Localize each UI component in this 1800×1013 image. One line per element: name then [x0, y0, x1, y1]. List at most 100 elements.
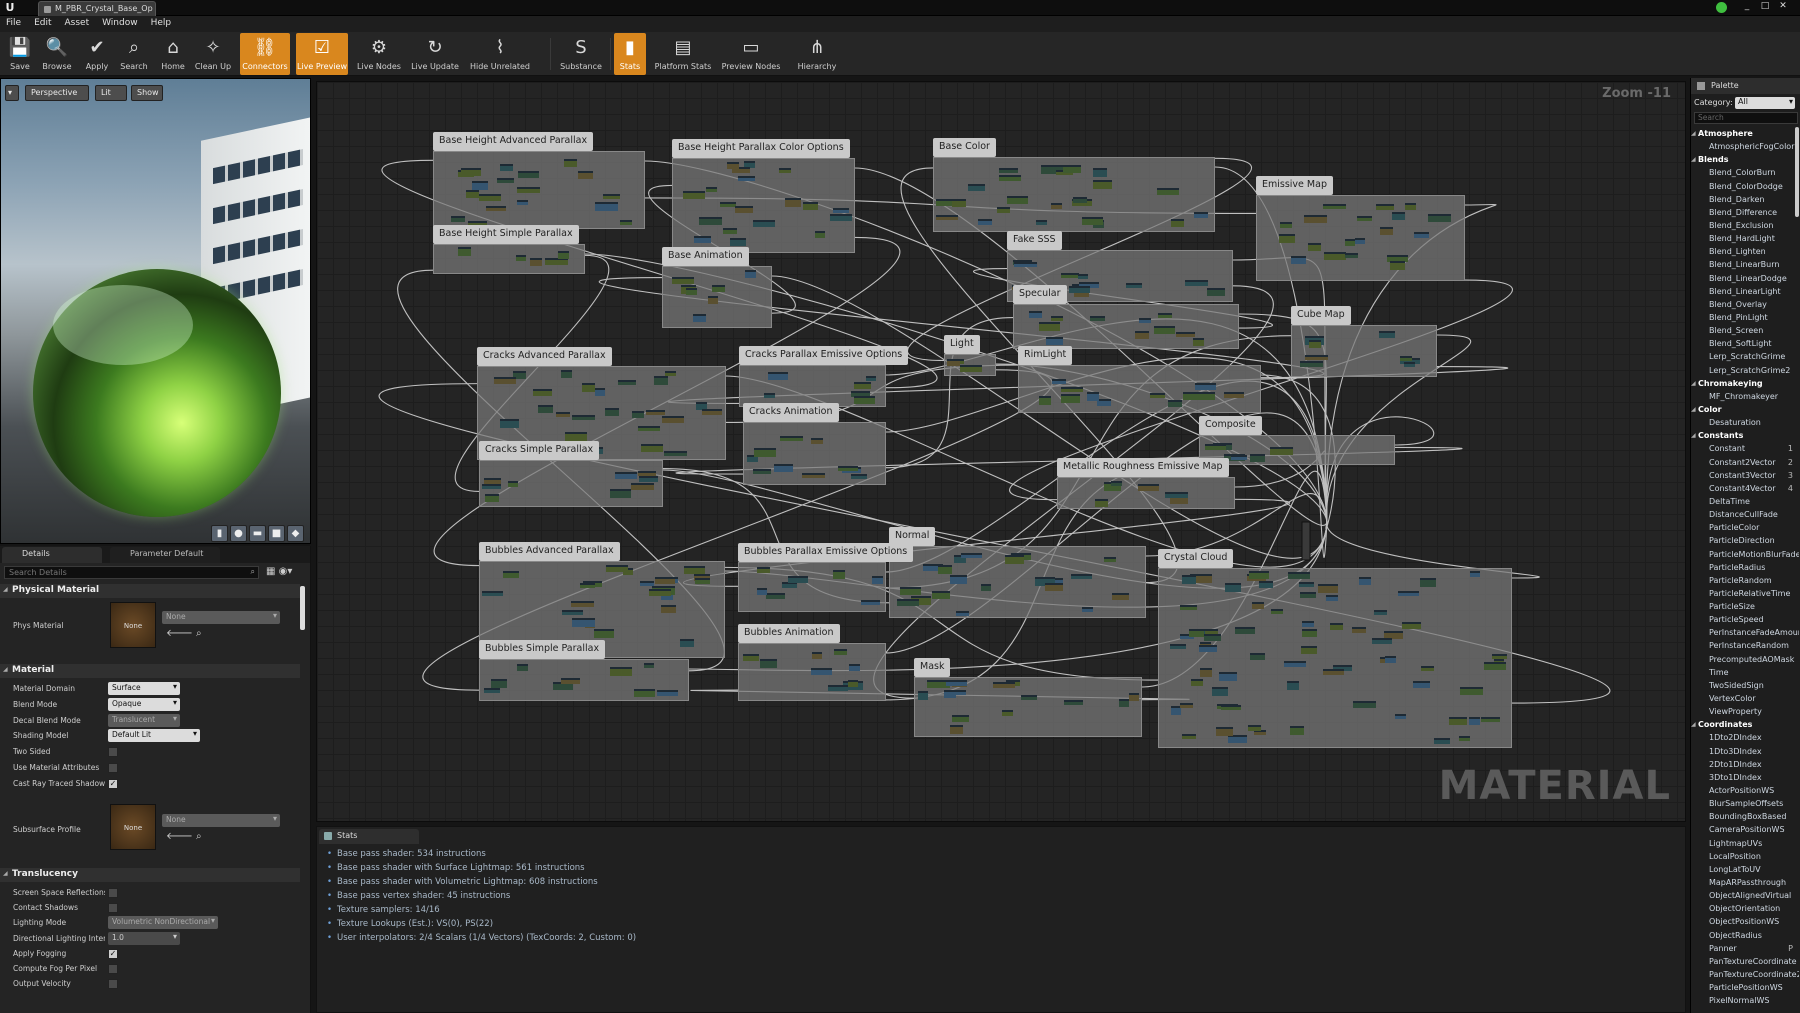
- platform-stats-button[interactable]: ▤ Platform Stats: [651, 33, 715, 75]
- graph-node[interactable]: [854, 382, 871, 389]
- graph-node[interactable]: [745, 270, 756, 278]
- graph-node[interactable]: [1318, 584, 1338, 593]
- comment-base-animation[interactable]: Base Animation: [662, 247, 772, 328]
- palette-item[interactable]: PrecomputedAOMask: [1691, 653, 1799, 666]
- graph-node[interactable]: [1470, 571, 1480, 577]
- graph-node[interactable]: [788, 576, 808, 583]
- comment-mask[interactable]: Mask: [914, 658, 1142, 737]
- palette-item[interactable]: ParticleMotionBlurFade: [1691, 548, 1799, 561]
- graph-node[interactable]: [538, 405, 553, 413]
- graph-node[interactable]: [1195, 383, 1216, 390]
- graph-node[interactable]: [1357, 216, 1372, 221]
- graph-node[interactable]: [1200, 668, 1212, 677]
- graph-node[interactable]: [1093, 180, 1112, 189]
- screen-space-reflections-checkbox[interactable]: [108, 888, 118, 898]
- blend-mode-dropdown[interactable]: Opaque: [108, 697, 180, 711]
- graph-node[interactable]: [1212, 687, 1228, 696]
- graph-node[interactable]: [1413, 681, 1430, 688]
- graph-node[interactable]: [1372, 638, 1392, 644]
- graph-node[interactable]: [956, 611, 969, 616]
- graph-node[interactable]: [1291, 256, 1306, 264]
- palette-item[interactable]: ParticleRadius: [1691, 561, 1799, 574]
- output-velocity-checkbox[interactable]: [108, 979, 118, 990]
- graph-node[interactable]: [1324, 252, 1346, 260]
- phys-material-thumbnail[interactable]: None: [110, 602, 156, 648]
- graph-node[interactable]: [1400, 356, 1412, 361]
- graph-node[interactable]: [1021, 695, 1037, 700]
- document-tab[interactable]: M_PBR_Crystal_Base_Op: [38, 1, 156, 16]
- palette-item[interactable]: Desaturation: [1691, 416, 1799, 429]
- graph-node[interactable]: [1270, 447, 1293, 455]
- comment-base-height-advanced-parallax[interactable]: Base Height Advanced Parallax: [433, 132, 645, 229]
- contact-shadows-checkbox[interactable]: [108, 903, 118, 914]
- palette-item[interactable]: 1Dto2DIndex: [1691, 731, 1799, 744]
- graph-node[interactable]: [1165, 492, 1188, 498]
- preview-nodes-button[interactable]: ▭ Preview Nodes: [720, 33, 782, 75]
- graph-node[interactable]: [1051, 203, 1062, 209]
- graph-node[interactable]: [1300, 592, 1316, 598]
- graph-node[interactable]: [766, 593, 785, 599]
- graph-node[interactable]: [720, 202, 736, 207]
- graph-node[interactable]: [981, 584, 991, 591]
- graph-node[interactable]: [938, 565, 952, 574]
- graph-node[interactable]: [1353, 701, 1376, 708]
- palette-category-blends[interactable]: Blends: [1691, 153, 1799, 166]
- live-preview-button[interactable]: ☑ Live Preview: [296, 33, 348, 75]
- graph-node[interactable]: [491, 679, 507, 688]
- graph-node[interactable]: [811, 438, 823, 444]
- graph-node[interactable]: [1250, 653, 1265, 660]
- graph-node[interactable]: [1216, 727, 1233, 736]
- palette-item[interactable]: Blend_LinearDodge: [1691, 272, 1799, 285]
- palette-item[interactable]: Blend_ColorBurn: [1691, 166, 1799, 179]
- graph-node[interactable]: [564, 159, 577, 167]
- graph-node[interactable]: [1385, 656, 1396, 663]
- comment-metallic-roughness-emissive-map[interactable]: Metallic Roughness Emissive Map: [1057, 458, 1235, 509]
- palette-item[interactable]: ParticleSpeed: [1691, 613, 1799, 626]
- palette-item[interactable]: LongLatToUV: [1691, 863, 1799, 876]
- graph-node[interactable]: [1305, 355, 1328, 360]
- palette-item[interactable]: BoundingBoxBased: [1691, 810, 1799, 823]
- comment-normal[interactable]: Normal: [889, 527, 1146, 618]
- graph-node[interactable]: [1449, 717, 1467, 725]
- graph-node[interactable]: [1036, 220, 1047, 225]
- graph-node[interactable]: [486, 206, 506, 211]
- graph-node[interactable]: [1492, 654, 1507, 659]
- cube-icon[interactable]: ■: [268, 525, 285, 542]
- graph-node[interactable]: [723, 228, 737, 234]
- palette-item[interactable]: Constant 1: [1691, 442, 1799, 455]
- graph-node[interactable]: [508, 481, 518, 487]
- graph-node[interactable]: [1138, 484, 1159, 491]
- graph-node[interactable]: [968, 184, 985, 191]
- graph-node[interactable]: [479, 194, 501, 201]
- palette-item[interactable]: Blend_Overlay: [1691, 298, 1799, 311]
- palette-item[interactable]: Lerp_ScratchGrime: [1691, 350, 1799, 363]
- graph-node[interactable]: [1097, 399, 1111, 406]
- graph-node[interactable]: [1119, 699, 1129, 707]
- graph-node[interactable]: [466, 190, 479, 198]
- comment-bubbles-simple-parallax[interactable]: Bubbles Simple Parallax: [479, 640, 689, 701]
- graph-node[interactable]: [606, 565, 628, 572]
- graph-node[interactable]: [603, 194, 620, 199]
- graph-node[interactable]: [533, 389, 552, 396]
- graph-node[interactable]: [779, 168, 791, 173]
- graph-node[interactable]: [1082, 217, 1103, 225]
- source-control-status-icon[interactable]: [1716, 2, 1727, 13]
- graph-node[interactable]: [950, 575, 967, 584]
- palette-item[interactable]: ObjectPositionWS: [1691, 915, 1799, 928]
- graph-node[interactable]: [620, 220, 632, 225]
- graph-node[interactable]: [960, 365, 982, 372]
- live-nodes-button[interactable]: ⚙ Live Nodes: [355, 33, 403, 75]
- use-material-attributes-checkbox[interactable]: [108, 763, 118, 773]
- graph-node[interactable]: [1287, 681, 1299, 690]
- palette-item[interactable]: DistanceCullFade: [1691, 508, 1799, 521]
- graph-node[interactable]: [1309, 340, 1321, 348]
- graph-node[interactable]: [695, 578, 710, 584]
- show-button[interactable]: Show: [131, 85, 163, 101]
- minimize-icon[interactable]: _: [1740, 1, 1754, 12]
- graph-node[interactable]: [1469, 717, 1480, 725]
- graph-node[interactable]: [1392, 212, 1405, 220]
- graph-node[interactable]: [518, 171, 539, 178]
- translucency-header[interactable]: Translucency: [0, 868, 300, 882]
- shading-model-dropdown[interactable]: Default Lit: [108, 729, 200, 743]
- graph-node[interactable]: [497, 178, 514, 183]
